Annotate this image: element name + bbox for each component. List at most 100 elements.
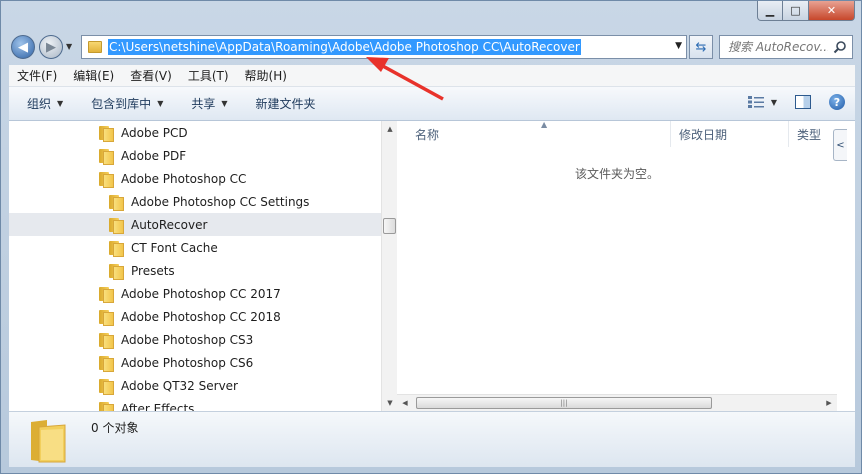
tree-item-label: Adobe PCD (121, 125, 188, 140)
organize-button[interactable]: 组织 ▼ (9, 95, 77, 112)
folder-icon (99, 332, 114, 349)
tree-item-label: After Effects (121, 401, 195, 412)
tree-item-label: Adobe Photoshop CC Settings (131, 194, 310, 209)
minimize-button[interactable]: ▁ (757, 1, 783, 21)
menu-file[interactable]: 文件(F) (9, 67, 65, 84)
search-icon[interactable] (833, 40, 847, 54)
address-dropdown-icon[interactable]: ▼ (675, 41, 682, 51)
column-header-type[interactable]: 类型 (789, 121, 837, 147)
view-controls: ▼ ? (747, 94, 845, 110)
tree-item[interactable]: Adobe Photoshop CS6 (9, 351, 381, 374)
tree-item-label: Presets (131, 263, 175, 278)
command-bar: 组织 ▼ 包含到库中 ▼ 共享 ▼ 新建文件夹 ▼ ? (9, 87, 855, 121)
folder-icon (109, 263, 124, 280)
tree-item[interactable]: Adobe Photoshop CC 2018 (9, 305, 381, 328)
navigation-tree: Adobe PCD Adobe PDF Adobe Photoshop CC Adob… (9, 121, 381, 411)
caption-buttons: ▁ □ ✕ (757, 1, 855, 21)
organize-label: 组织 (27, 97, 52, 111)
column-header-date[interactable]: 修改日期 (671, 121, 789, 147)
menu-bar: 文件(F) 编辑(E) 查看(V) 工具(T) 帮助(H) (9, 65, 855, 87)
include-in-library-button[interactable]: 包含到库中 ▼ (77, 95, 177, 112)
menu-edit[interactable]: 编辑(E) (65, 67, 122, 84)
folder-icon (99, 125, 114, 142)
details-pane: 0 个对象 (9, 411, 855, 467)
search-input[interactable] (728, 40, 828, 54)
file-list: ▲ 名称 修改日期 类型 该文件夹为空。 ◀ ||| ▶ (397, 120, 837, 411)
folder-icon (99, 171, 114, 188)
scroll-thumb-horizontal[interactable]: ||| (416, 397, 712, 409)
file-list-horizontal-scrollbar[interactable]: ◀ ||| ▶ (397, 394, 837, 411)
forward-button[interactable]: ▶ (39, 35, 63, 59)
tree-item-label: Adobe Photoshop CS3 (121, 332, 254, 347)
tree-item-label: Adobe PDF (121, 148, 187, 163)
tree-item[interactable]: Presets (9, 259, 381, 282)
share-label: 共享 (191, 97, 216, 111)
column-header-name[interactable]: 名称 (397, 121, 671, 147)
include-in-library-label: 包含到库中 (91, 97, 152, 111)
item-count-status: 0 个对象 (91, 421, 139, 435)
address-bar[interactable]: C:\Users\netshine\AppData\Roaming\Adobe\… (81, 35, 687, 59)
folder-icon (109, 194, 124, 211)
menu-tools[interactable]: 工具(T) (180, 67, 237, 84)
details-pane-toggle[interactable]: < (833, 129, 847, 161)
folder-icon (109, 217, 124, 234)
tree-item[interactable]: Adobe Photoshop CC Settings (9, 190, 381, 213)
forward-arrow-icon: ▶ (46, 39, 56, 55)
folder-icon (88, 41, 102, 53)
back-arrow-icon: ◀ (18, 39, 28, 55)
menu-view[interactable]: 查看(V) (122, 67, 180, 84)
address-path[interactable]: C:\Users\netshine\AppData\Roaming\Adobe\… (108, 39, 581, 55)
tree-item[interactable]: Adobe PCD (9, 121, 381, 144)
tree-item-label: CT Font Cache (131, 240, 218, 255)
tree-item-label: Adobe Photoshop CC 2018 (121, 309, 281, 324)
folder-icon (99, 148, 114, 165)
new-folder-button[interactable]: 新建文件夹 (242, 95, 330, 112)
tree-vertical-scrollbar[interactable]: ▲ ▼ (381, 121, 397, 411)
navigation-bar: ◀ ▶ ▼ C:\Users\netshine\AppData\Roaming\… (9, 33, 855, 61)
tree-item[interactable]: Adobe Photoshop CC (9, 167, 381, 190)
scroll-left-icon[interactable]: ◀ (397, 395, 413, 411)
scroll-thumb[interactable] (383, 218, 396, 234)
refresh-button[interactable]: ⇆ (689, 35, 713, 59)
preview-pane-icon[interactable] (795, 95, 811, 109)
chevron-down-icon: ▼ (157, 99, 164, 108)
tree-item-label: Adobe Photoshop CC (121, 171, 247, 186)
tree-item-label: Adobe QT32 Server (121, 378, 238, 393)
content-area: Adobe PCD Adobe PDF Adobe Photoshop CC Adob… (9, 120, 855, 411)
chevron-left-icon: < (836, 139, 845, 151)
folder-icon (99, 355, 114, 372)
folder-icon (99, 286, 114, 303)
folder-icon (99, 401, 114, 411)
chevron-down-icon: ▼ (221, 99, 228, 108)
tree-item-label: Adobe Photoshop CC 2017 (121, 286, 281, 301)
folder-icon (109, 240, 124, 257)
search-box[interactable] (719, 35, 853, 59)
tree-item[interactable]: Adobe Photoshop CS3 (9, 328, 381, 351)
tree-item[interactable]: AutoRecover (9, 213, 381, 236)
menu-help[interactable]: 帮助(H) (237, 67, 295, 84)
folder-icon (99, 309, 114, 326)
scroll-down-icon[interactable]: ▼ (382, 395, 398, 411)
scroll-right-icon[interactable]: ▶ (821, 395, 837, 411)
tree-item[interactable]: Adobe QT32 Server (9, 374, 381, 397)
maximize-button[interactable]: □ (783, 1, 809, 21)
close-button[interactable]: ✕ (809, 1, 855, 21)
tree-item-label: AutoRecover (131, 217, 208, 232)
tree-item[interactable]: Adobe Photoshop CC 2017 (9, 282, 381, 305)
view-options-icon[interactable] (747, 95, 765, 109)
share-button[interactable]: 共享 ▼ (177, 95, 241, 112)
explorer-window: ▁ □ ✕ ◀ ▶ ▼ C:\Users\netshine\AppData\Ro… (0, 0, 862, 474)
folder-icon (99, 378, 114, 395)
scroll-up-icon[interactable]: ▲ (382, 121, 398, 137)
large-folder-icon (31, 420, 66, 463)
tree-item[interactable]: After Effects (9, 397, 381, 411)
help-icon[interactable]: ? (829, 94, 845, 110)
refresh-icon: ⇆ (695, 39, 707, 55)
tree-item-label: Adobe Photoshop CS6 (121, 355, 254, 370)
recent-pages-dropdown[interactable]: ▼ (66, 42, 72, 51)
tree-item[interactable]: CT Font Cache (9, 236, 381, 259)
chevron-down-icon: ▼ (57, 99, 64, 108)
tree-item[interactable]: Adobe PDF (9, 144, 381, 167)
back-button[interactable]: ◀ (11, 35, 35, 59)
view-options-chevron-icon[interactable]: ▼ (771, 98, 777, 107)
